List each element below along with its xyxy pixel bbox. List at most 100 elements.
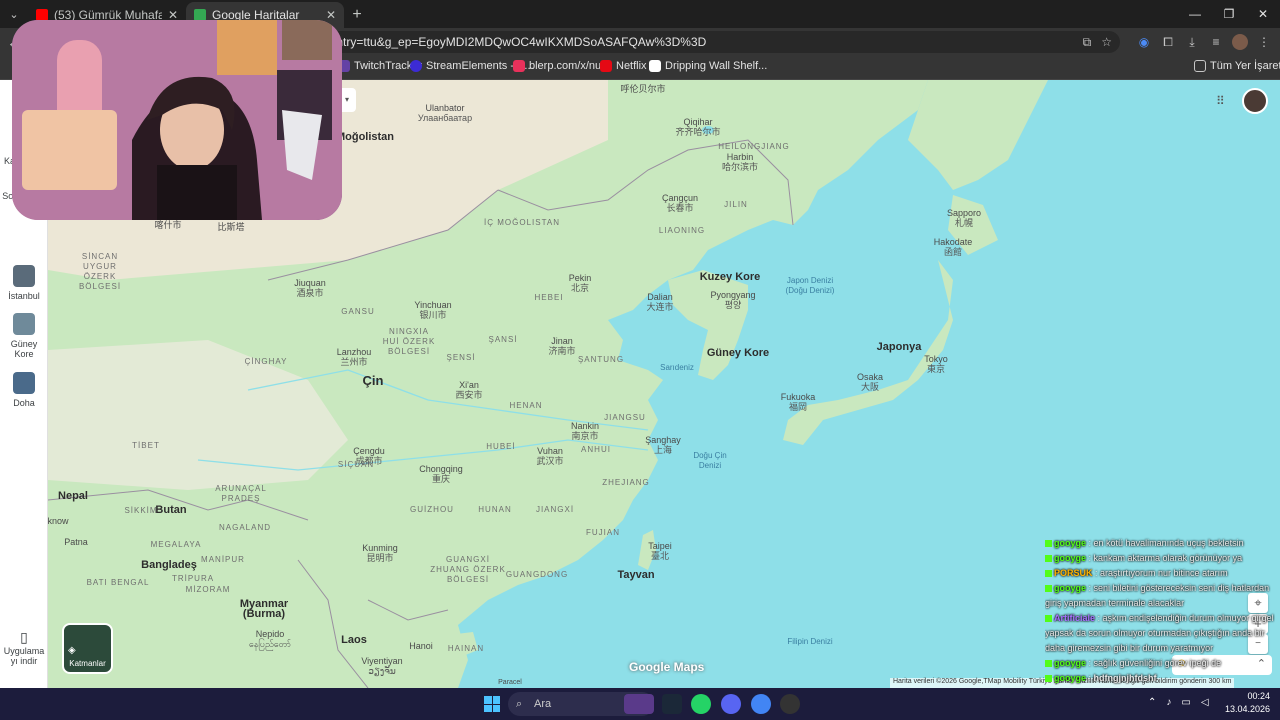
map-label-sub: 東京 bbox=[926, 364, 946, 374]
region-label: GANSU bbox=[341, 307, 375, 316]
bookmark-item[interactable]: Netflix bbox=[600, 60, 647, 72]
map-label-sub: 南京市 bbox=[571, 431, 599, 441]
all-bookmarks[interactable]: Tüm Yer İşaretleri bbox=[1194, 60, 1280, 72]
maximize-button[interactable]: ❐ bbox=[1212, 0, 1246, 28]
map-label-text: Harbin bbox=[726, 152, 754, 162]
window-controls: — ❐ ✕ bbox=[1178, 0, 1280, 28]
map-label: Pekin 北京 bbox=[569, 273, 592, 293]
search-icon: ⌕ bbox=[516, 698, 523, 710]
clock-time: 00:24 bbox=[1247, 691, 1270, 701]
map-label: Taipei 臺北 bbox=[648, 541, 672, 561]
bookmark-item[interactable]: Dripping Wall Shelf... bbox=[649, 60, 767, 72]
taskbar-widget-icon[interactable] bbox=[624, 694, 654, 714]
sidebar-item-label: Güney Kore bbox=[10, 339, 38, 359]
map-label-sub: 평양 bbox=[724, 300, 742, 310]
extension-puzzle-icon[interactable]: ⧠ bbox=[1160, 35, 1176, 50]
kick-badge-icon bbox=[1045, 570, 1052, 578]
map-label: Chongqing 重庆 bbox=[419, 464, 463, 484]
region-label: BATI BENGAL bbox=[86, 578, 150, 587]
folder-icon bbox=[1194, 60, 1206, 72]
region-label: SİKKİM bbox=[124, 506, 158, 515]
new-tab-button[interactable]: + bbox=[344, 2, 370, 28]
region-label: JIANGSU bbox=[604, 413, 646, 422]
map-label: Harbin 哈尔滨市 bbox=[722, 152, 758, 172]
chat-user: gooyge bbox=[1054, 673, 1087, 683]
chat-text: hdfngjnjhfdshf bbox=[1093, 673, 1157, 683]
bookmark-label: Netflix bbox=[616, 60, 647, 72]
windows-start-icon[interactable] bbox=[484, 696, 500, 712]
sea-label: Doğu Çin Denizi bbox=[693, 451, 727, 470]
install-app-icon[interactable]: ⧉ bbox=[1083, 31, 1092, 53]
chat-message: gooyge : sağlık güvenliğini görev ipeği … bbox=[1045, 656, 1275, 671]
map-label: Viyentiyan ວຽງຈັນ bbox=[361, 656, 402, 676]
chrome-icon[interactable] bbox=[751, 694, 771, 714]
map-label-text: Chongqing bbox=[419, 464, 463, 474]
clock-date: 13.04.2026 bbox=[1224, 704, 1270, 714]
map-label-text: Nankin bbox=[570, 421, 600, 431]
chat-text: kankam aktarma olarak görünüyor ya bbox=[1093, 553, 1243, 563]
obs-icon[interactable] bbox=[780, 694, 800, 714]
region-label: HUNAN bbox=[478, 505, 512, 514]
country-label: Butan bbox=[155, 504, 187, 516]
sidebar-get-app[interactable]: ▯ Uygulama yı indir bbox=[0, 630, 48, 666]
discord-icon[interactable] bbox=[721, 694, 741, 714]
region-label: FUJIAN bbox=[586, 528, 620, 537]
chat-message: gooyge : hdfngjnjhfdshf bbox=[1045, 671, 1275, 686]
minimize-button[interactable]: — bbox=[1178, 0, 1212, 28]
clock[interactable]: 00:24 13.04.2026 bbox=[1225, 690, 1270, 716]
taskbar-search-placeholder: Ara bbox=[534, 698, 552, 710]
sea-label: Japon Denizi (Doğu Denizi) bbox=[785, 276, 835, 295]
country-label: Japonya bbox=[876, 341, 922, 353]
map-label-sub: 齐齐哈尔市 bbox=[675, 127, 721, 137]
layers-icon: ◈ bbox=[68, 645, 76, 656]
map-label-sub: 济南市 bbox=[548, 346, 576, 356]
map-label-text: Sapporo bbox=[946, 208, 982, 218]
profile-avatar[interactable] bbox=[1232, 34, 1248, 50]
google-apps-icon[interactable]: ⠿ bbox=[1216, 94, 1230, 108]
map-label: Sapporo 札幌 bbox=[947, 208, 981, 228]
map-label-text: Jiuquan bbox=[294, 278, 326, 288]
sidebar-item-doha[interactable]: Doha bbox=[0, 372, 48, 408]
map-label-sub: 福岡 bbox=[788, 402, 807, 412]
address-bar[interactable]: ?entry=ttu&g_ep=EgoyMDI2MDQwOC4wIKXMDSoA… bbox=[305, 31, 1120, 53]
menu-dots-icon[interactable]: ⋮ bbox=[1256, 35, 1272, 49]
account-avatar[interactable] bbox=[1242, 88, 1268, 114]
region-label: JILIN bbox=[724, 200, 748, 209]
map-label-text: Taipei bbox=[648, 541, 672, 551]
kick-badge-icon bbox=[1045, 585, 1052, 593]
map-label-sub: 大连市 bbox=[646, 302, 674, 312]
system-tray-icons[interactable]: ⌃♪▭◁ bbox=[1148, 697, 1219, 708]
region-label: İÇ MOĞOLISTAN bbox=[484, 218, 560, 227]
extension-icon[interactable]: ◉ bbox=[1136, 35, 1152, 49]
reading-list-icon[interactable]: ≡ bbox=[1208, 35, 1224, 49]
map-label-sub: 札幌 bbox=[954, 218, 973, 228]
sidebar-item-istanbul[interactable]: İstanbul bbox=[0, 265, 48, 301]
bookmark-star-icon[interactable]: ☆ bbox=[1101, 31, 1112, 53]
kick-badge-icon bbox=[1045, 555, 1052, 563]
region-label: HEBEI bbox=[534, 293, 564, 302]
whatsapp-icon[interactable] bbox=[691, 694, 711, 714]
close-window-button[interactable]: ✕ bbox=[1246, 0, 1280, 28]
region-label: ŞENSİ bbox=[446, 353, 476, 362]
stream-chat-overlay: gooyge : en kötü havalimanında uçuş bekl… bbox=[1045, 536, 1275, 686]
country-label: Myanmar (Burma) bbox=[239, 598, 289, 620]
chat-message: gooyge : en kötü havalimanında uçuş bekl… bbox=[1045, 536, 1275, 551]
map-label-text: Çangçun bbox=[661, 193, 699, 203]
bookmark-item[interactable]: blerp.com/x/nurr bbox=[513, 60, 608, 72]
map-label: Nankin 南京市 bbox=[571, 421, 599, 441]
steam-icon[interactable] bbox=[662, 694, 682, 714]
layers-button[interactable]: ◈ Katmanlar bbox=[62, 623, 113, 674]
place-thumbnail bbox=[13, 372, 35, 394]
region-label: MEGALAYA bbox=[150, 540, 202, 549]
map-label-sub: 银川市 bbox=[419, 310, 447, 320]
downloads-icon[interactable]: ⤓ bbox=[1184, 35, 1200, 50]
region-label: NAGALAND bbox=[218, 523, 272, 532]
sidebar-item-guney-kore[interactable]: Güney Kore bbox=[0, 313, 48, 359]
windows-taskbar: ⌕ Ara ⌃♪▭◁ 00:24 13.04.2026 bbox=[0, 688, 1280, 720]
map-label-text: Pekin bbox=[568, 273, 592, 283]
sea-label: Sarıdeniz bbox=[660, 363, 694, 372]
map-label-text: Yinchuan bbox=[414, 300, 452, 310]
region-label: ŞANSİ bbox=[488, 335, 518, 344]
map-label: Kunming 昆明市 bbox=[362, 543, 398, 563]
sidebar-item-label: Doha bbox=[13, 398, 35, 408]
